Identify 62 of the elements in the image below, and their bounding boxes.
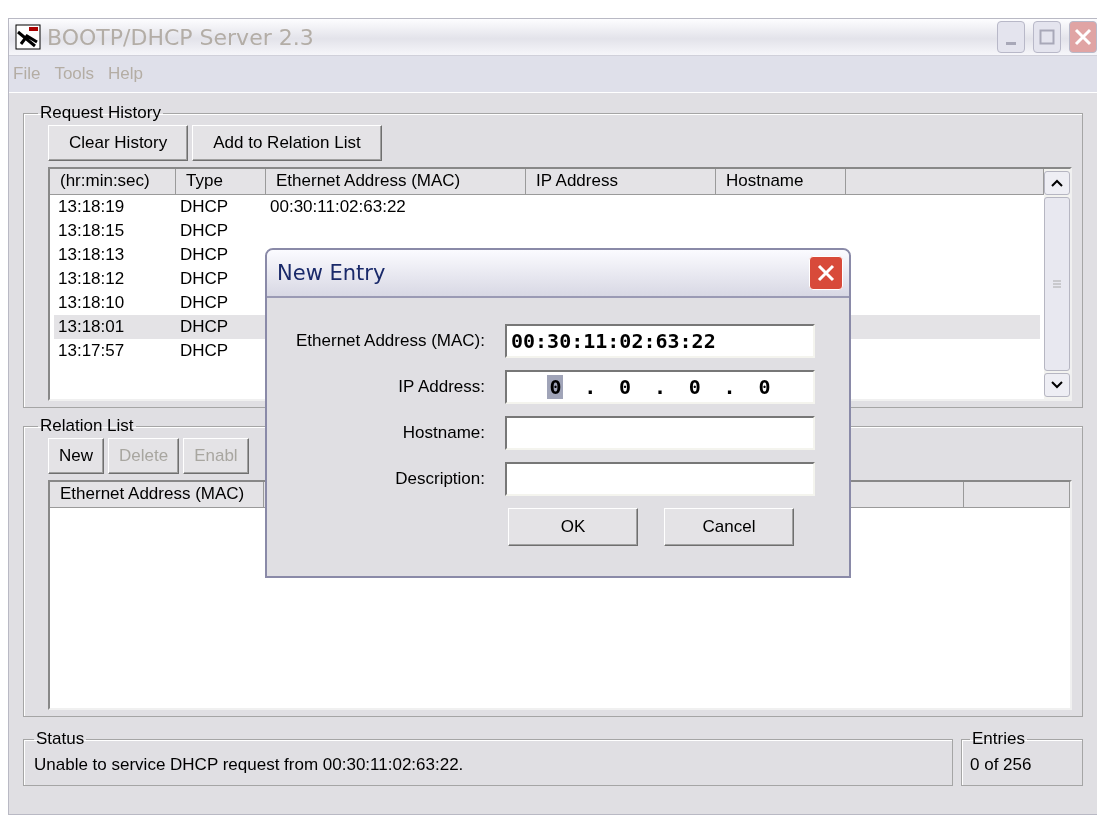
group-title: Entries (971, 729, 1026, 749)
window-title: BOOTP/DHCP Server 2.3 (47, 24, 315, 50)
app-icon (15, 24, 41, 50)
table-cell-text: DHCP (179, 341, 230, 361)
maximize-icon (1039, 29, 1055, 45)
column-header[interactable]: Ethernet Address (MAC) (266, 169, 526, 195)
table-cell-text: 13:17:57 (57, 341, 126, 361)
group-title: Status (35, 729, 86, 749)
dialog-button[interactable]: OK (508, 508, 638, 546)
toolbar-button[interactable]: Clear History (48, 125, 189, 161)
table-cell-text: 13:18:01 (57, 317, 126, 337)
column-header[interactable]: Type (176, 169, 266, 195)
list-row[interactable]: 13:18:19 DHCP 00:30:11:02:63:22 (54, 195, 1040, 219)
entries-count: 0 of 256 (970, 754, 1033, 776)
dialog-title: New Entry (277, 261, 386, 285)
table-cell-text: DHCP (179, 269, 230, 289)
scrollbar-thumb[interactable] (1044, 197, 1070, 371)
field-label: Hostname: (401, 423, 485, 443)
octet-separator: . (653, 375, 666, 399)
scroll-down-button[interactable] (1044, 373, 1070, 397)
field-label: Description: (394, 469, 485, 489)
column-header[interactable]: Hostname (716, 169, 846, 195)
table-cell-text: 00:30:11:02:63:22 (269, 197, 407, 217)
close-icon (816, 263, 836, 283)
table-cell-text: DHCP (179, 245, 230, 265)
close-icon (1074, 28, 1092, 46)
table-cell-text: DHCP (179, 293, 230, 313)
table-cell-text: 13:18:19 (57, 197, 126, 217)
chevron-up-icon (1051, 179, 1063, 187)
dialog-button[interactable]: Cancel (664, 508, 794, 546)
column-header[interactable]: IP Address (526, 169, 716, 195)
toolbar-button[interactable]: New (48, 438, 104, 474)
grip-icon (1052, 280, 1062, 288)
table-cell-text: DHCP (179, 197, 230, 217)
column-header[interactable]: (hr:min:sec) (50, 169, 176, 195)
input-field[interactable] (505, 462, 815, 496)
group-title: Relation List (39, 416, 135, 436)
ip-address-field[interactable]: 0 . 0 . 0 . 0 (505, 370, 815, 404)
input-field[interactable] (505, 416, 815, 450)
table-cell-text: 13:18:12 (57, 269, 126, 289)
field-label: Ethernet Address (MAC): (295, 331, 485, 351)
octet-separator: . (723, 375, 736, 399)
octet-separator: . (584, 375, 597, 399)
toolbar-button[interactable]: Add to Relation List (192, 125, 382, 161)
column-header[interactable] (964, 482, 1070, 508)
chevron-down-icon (1051, 381, 1063, 389)
scroll-up-button[interactable] (1044, 171, 1070, 195)
ip-octet[interactable]: 0 (547, 375, 564, 399)
ip-octet[interactable]: 0 (756, 375, 773, 399)
input-field[interactable]: 00:30:11:02:63:22 (505, 324, 815, 358)
group-title: Request History (39, 103, 162, 123)
field-label: IP Address: (397, 377, 485, 397)
ip-octet[interactable]: 0 (686, 375, 703, 399)
table-cell-text: 13:18:13 (57, 245, 126, 265)
status-message: Unable to service DHCP request from 00:30:11:02:63:22. (34, 754, 465, 776)
table-cell-text: 13:18:10 (57, 293, 126, 313)
table-cell-text: 13:18:15 (57, 221, 126, 241)
ip-octet[interactable]: 0 (617, 375, 634, 399)
table-cell-text: DHCP (179, 221, 230, 241)
list-row[interactable]: 13:18:15 DHCP (54, 219, 1040, 243)
minimize-icon (1006, 41, 1016, 45)
table-cell-text: DHCP (179, 317, 230, 337)
